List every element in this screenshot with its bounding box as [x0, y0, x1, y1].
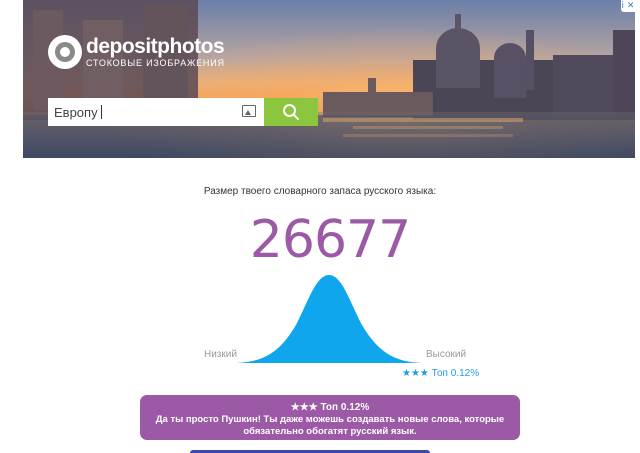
logo-tagline: СТОКОВЫЕ ИЗОБРАЖЕНИЯ — [86, 57, 225, 68]
result-title: Размер твоего словарного запаса русского… — [203, 186, 437, 197]
ad-search-input[interactable]: Европу — [48, 98, 264, 126]
distribution-curve — [236, 275, 422, 363]
search-icon — [283, 104, 299, 120]
verdict-rank: ★★★ Топ 0.12% — [290, 402, 370, 413]
scale-low-label: Низкий — [204, 349, 237, 360]
verdict-box: ★★★ Топ 0.12% Да ты просто Пушкин! Ты да… — [140, 395, 520, 440]
text-caret — [100, 105, 102, 119]
rank-badge: ★★★ Топ 0.12% — [402, 368, 480, 379]
image-icon[interactable] — [242, 105, 256, 117]
logo-text: depositphotos СТОКОВЫЕ ИЗОБРАЖЕНИЯ — [86, 34, 225, 69]
verdict-text: Да ты просто Пушкин! Ты даже можешь созд… — [155, 414, 505, 437]
ad-banner[interactable]: i ✕ depositphotos СТОКОВЫЕ ИЗОБРАЖЕНИЯ Е… — [23, 0, 635, 158]
ad-search-button[interactable] — [264, 98, 318, 126]
ad-choices-icon[interactable]: i ✕ — [621, 0, 635, 12]
search-input-value: Европу — [54, 104, 98, 120]
scale-high-label: Высокий — [426, 349, 467, 360]
vocabulary-score: 26677 — [249, 210, 411, 270]
depositphotos-logo[interactable]: depositphotos СТОКОВЫЕ ИЗОБРАЖЕНИЯ — [48, 32, 225, 72]
camera-lens-icon — [48, 35, 82, 69]
logo-name: depositphotos — [86, 34, 225, 58]
